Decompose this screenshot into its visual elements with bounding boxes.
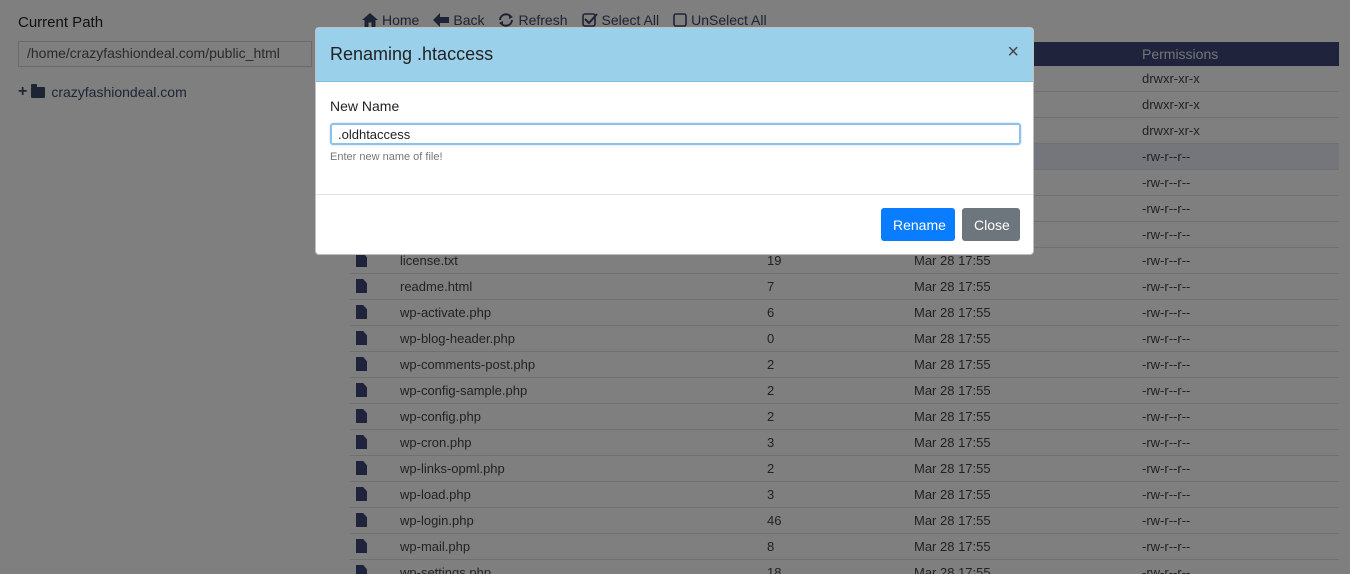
dialog-header: Renaming .htaccess × — [316, 28, 1033, 82]
dialog-footer: Rename Close — [316, 195, 1033, 254]
dialog-body: New Name Enter new name of file! — [316, 82, 1033, 195]
rename-dialog: Renaming .htaccess × New Name Enter new … — [315, 27, 1034, 255]
new-name-help: Enter new name of file! — [330, 151, 443, 163]
dialog-title: Renaming .htaccess — [330, 44, 494, 64]
close-button[interactable]: Close — [962, 208, 1020, 241]
new-name-label: New Name — [330, 98, 400, 114]
close-icon[interactable]: × — [1007, 42, 1019, 62]
rename-button[interactable]: Rename — [881, 208, 955, 241]
new-name-input[interactable] — [330, 123, 1021, 145]
